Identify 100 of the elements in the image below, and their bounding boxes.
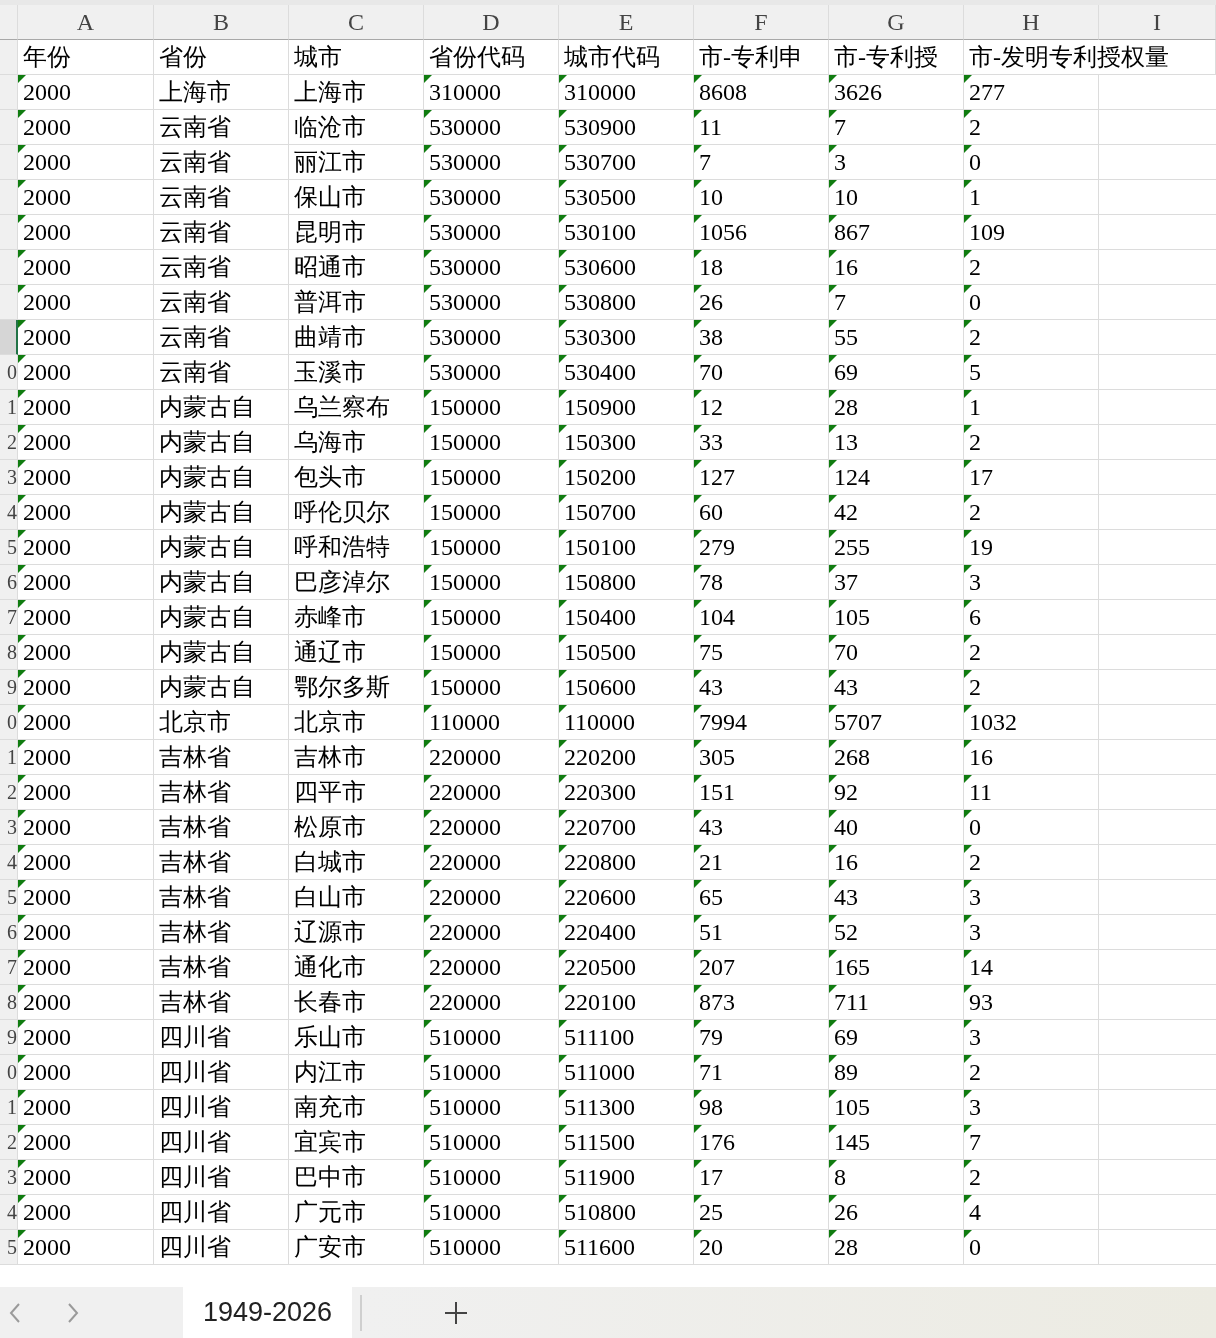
chevron-right-icon[interactable] — [66, 1301, 80, 1324]
row-header[interactable]: 0 — [0, 355, 18, 390]
error-flag-icon — [424, 215, 432, 223]
table-cell: 18 — [694, 250, 829, 285]
table-cell: 220600 — [559, 880, 694, 915]
table-cell: 55 — [829, 320, 964, 355]
table-cell: 2000 — [18, 705, 154, 740]
column-header[interactable]: F — [694, 5, 829, 40]
row-header[interactable]: 3 — [0, 810, 18, 845]
error-flag-icon — [829, 1020, 837, 1028]
error-flag-icon — [559, 285, 567, 293]
table-cell: 51 — [694, 915, 829, 950]
error-flag-icon — [424, 495, 432, 503]
error-flag-icon — [964, 1195, 972, 1203]
table-cell: 33 — [694, 425, 829, 460]
table-cell: 2000 — [18, 110, 154, 145]
table-cell: 吉林省 — [154, 880, 289, 915]
column-header[interactable]: H — [964, 5, 1099, 40]
error-flag-icon — [829, 705, 837, 713]
column-header[interactable]: D — [424, 5, 559, 40]
table-cell: 2000 — [18, 985, 154, 1020]
row-header[interactable]: 2 — [0, 1125, 18, 1160]
row-header[interactable]: 9 — [0, 670, 18, 705]
error-flag-icon — [829, 950, 837, 958]
table-cell: 79 — [694, 1020, 829, 1055]
row-header[interactable]: 8 — [0, 635, 18, 670]
row-header[interactable] — [0, 320, 18, 355]
table-cell: 220500 — [559, 950, 694, 985]
table-cell: 20 — [694, 1230, 829, 1265]
column-header[interactable]: E — [559, 5, 694, 40]
row-header[interactable]: 1 — [0, 740, 18, 775]
column-header[interactable]: G — [829, 5, 964, 40]
row-header[interactable]: 5 — [0, 1230, 18, 1265]
row-header[interactable]: 3 — [0, 1160, 18, 1195]
table-cell: 云南省 — [154, 250, 289, 285]
error-flag-icon — [694, 1125, 702, 1133]
table-cell: 150700 — [559, 495, 694, 530]
row-header[interactable]: 4 — [0, 845, 18, 880]
column-header[interactable]: I — [1099, 5, 1216, 40]
table-cell: 内蒙古自 — [154, 565, 289, 600]
table-cell: 5707 — [829, 705, 964, 740]
error-flag-icon — [424, 1230, 432, 1238]
error-flag-icon — [829, 250, 837, 258]
error-flag-icon — [424, 390, 432, 398]
column-header[interactable]: A — [18, 5, 154, 40]
error-flag-icon — [829, 1195, 837, 1203]
table-cell: 呼和浩特 — [289, 530, 424, 565]
table-cell: 12 — [694, 390, 829, 425]
error-flag-icon — [964, 915, 972, 923]
row-header[interactable]: 9 — [0, 1020, 18, 1055]
error-flag-icon — [559, 1230, 567, 1238]
table-cell: 吉林省 — [154, 810, 289, 845]
row-header[interactable]: 4 — [0, 1195, 18, 1230]
row-header[interactable]: 5 — [0, 880, 18, 915]
table-cell: 873 — [694, 985, 829, 1020]
table-cell: 105 — [829, 600, 964, 635]
row-header[interactable]: 7 — [0, 950, 18, 985]
table-cell: 3 — [964, 880, 1099, 915]
table-cell: 2 — [964, 670, 1099, 705]
select-all-corner[interactable] — [0, 5, 18, 40]
table-cell: 辽源市 — [289, 915, 424, 950]
error-flag-icon — [829, 1055, 837, 1063]
sheet-tab[interactable]: 1949-2026 — [183, 1287, 353, 1338]
table-cell: 69 — [829, 355, 964, 390]
error-flag-icon — [694, 460, 702, 468]
table-cell: 511100 — [559, 1020, 694, 1055]
column-header[interactable]: B — [154, 5, 289, 40]
table-cell: 150000 — [424, 670, 559, 705]
row-header[interactable]: 7 — [0, 600, 18, 635]
table-cell: 吉林省 — [154, 950, 289, 985]
row-header[interactable]: 6 — [0, 915, 18, 950]
add-sheet-icon[interactable] — [444, 1300, 469, 1325]
table-cell: 255 — [829, 530, 964, 565]
chevron-left-icon[interactable] — [8, 1301, 22, 1324]
row-header[interactable]: 0 — [0, 705, 18, 740]
row-header[interactable]: 1 — [0, 1090, 18, 1125]
error-flag-icon — [559, 110, 567, 118]
row-header[interactable]: 2 — [0, 425, 18, 460]
row-header[interactable]: 8 — [0, 985, 18, 1020]
table-cell: 150100 — [559, 530, 694, 565]
row-header[interactable]: 5 — [0, 530, 18, 565]
error-flag-icon — [424, 530, 432, 538]
table-cell: 220200 — [559, 740, 694, 775]
row-header[interactable]: 1 — [0, 390, 18, 425]
column-header[interactable]: C — [289, 5, 424, 40]
error-flag-icon — [18, 1020, 26, 1028]
error-flag-icon — [694, 705, 702, 713]
error-flag-icon — [829, 1160, 837, 1168]
row-header[interactable]: 4 — [0, 495, 18, 530]
error-flag-icon — [559, 495, 567, 503]
error-flag-icon — [424, 1090, 432, 1098]
row-header[interactable]: 6 — [0, 565, 18, 600]
row-header[interactable]: 2 — [0, 775, 18, 810]
error-flag-icon — [18, 635, 26, 643]
row-header[interactable]: 0 — [0, 1055, 18, 1090]
table-cell: 124 — [829, 460, 964, 495]
row-header[interactable]: 3 — [0, 460, 18, 495]
table-cell: 150000 — [424, 530, 559, 565]
error-flag-icon — [694, 1055, 702, 1063]
table-cell: 云南省 — [154, 285, 289, 320]
